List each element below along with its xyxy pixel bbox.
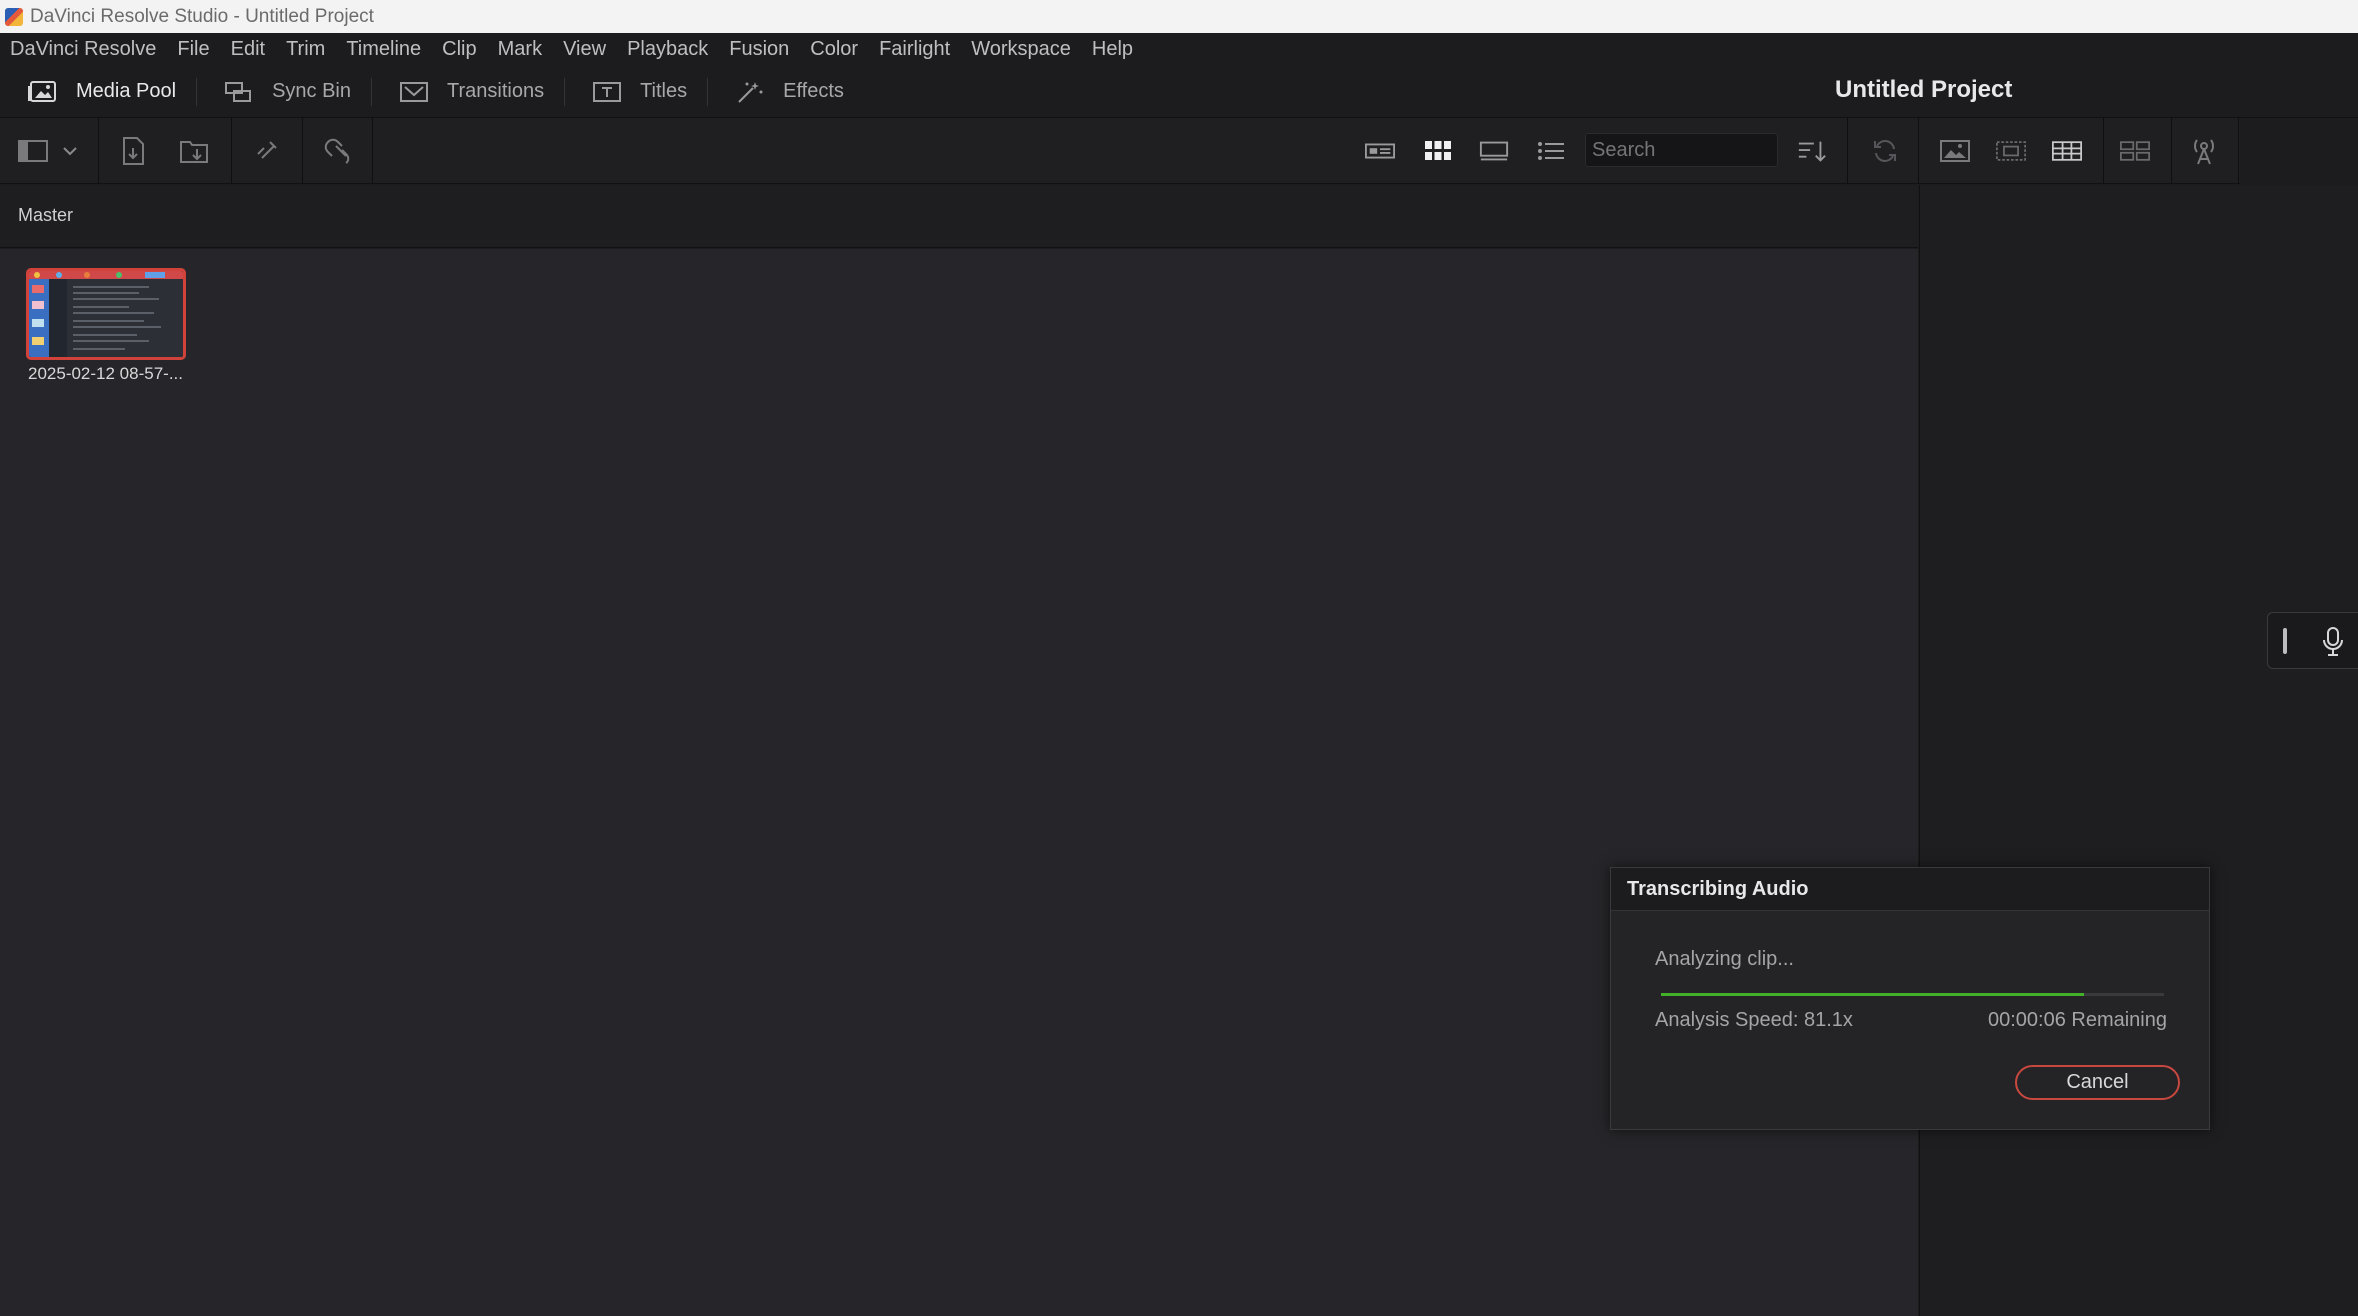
clip-image-icon[interactable] — [1940, 136, 1970, 166]
import-folder-icon[interactable] — [179, 136, 209, 166]
menu-davinci-resolve[interactable]: DaVinci Resolve — [10, 38, 156, 61]
media-pool-label: Media Pool — [76, 80, 177, 102]
menu-trim[interactable]: Trim — [286, 38, 325, 61]
analysis-speed: Analysis Speed: 81.1x — [1655, 1009, 1853, 1031]
import-media-icon[interactable] — [119, 136, 149, 166]
project-title: Untitled Project — [1835, 76, 2013, 103]
sync-bin-icon — [224, 80, 254, 104]
chevron-down-icon[interactable] — [62, 136, 78, 166]
menu-clip[interactable]: Clip — [442, 38, 476, 61]
audio-side-tab[interactable] — [2267, 612, 2358, 669]
media-pool-icon — [28, 80, 58, 104]
sort-icon[interactable] — [1797, 136, 1827, 166]
window-titlebar: DaVinci Resolve Studio - Untitled Projec… — [0, 0, 2358, 33]
dialog-title: Transcribing Audio — [1611, 868, 2209, 911]
metadata-view-icon[interactable] — [1365, 136, 1395, 166]
clip-label[interactable]: 2025-02-12 08-57-... — [28, 364, 183, 384]
refresh-icon[interactable] — [1870, 136, 1900, 166]
effects-icon — [735, 80, 765, 104]
broadcast-icon[interactable] — [2189, 136, 2219, 166]
media-pool-toolbar — [0, 118, 2240, 184]
menu-fusion[interactable]: Fusion — [729, 38, 789, 61]
menu-edit[interactable]: Edit — [231, 38, 265, 61]
menu-mark[interactable]: Mark — [498, 38, 542, 61]
dialog-status: Analyzing clip... — [1655, 948, 1794, 970]
list-view-icon[interactable] — [1536, 136, 1566, 166]
effects-label: Effects — [783, 80, 844, 102]
right-panel — [1919, 185, 2358, 1316]
transitions-icon — [399, 80, 429, 104]
menu-file[interactable]: File — [177, 38, 209, 61]
titles-icon — [592, 80, 622, 104]
transitions-button[interactable]: Transitions — [371, 66, 564, 118]
transcribing-dialog: Transcribing Audio Analyzing clip... Ana… — [1610, 867, 2210, 1130]
cancel-button[interactable]: Cancel — [2015, 1065, 2180, 1100]
sync-bin-label: Sync Bin — [272, 80, 351, 102]
menu-workspace[interactable]: Workspace — [971, 38, 1071, 61]
effects-button[interactable]: Effects — [707, 66, 864, 118]
menu-help[interactable]: Help — [1092, 38, 1133, 61]
menu-fairlight[interactable]: Fairlight — [879, 38, 950, 61]
window-title: DaVinci Resolve Studio - Untitled Projec… — [30, 5, 374, 27]
media-pool-button[interactable]: Media Pool — [0, 66, 196, 118]
menu-timeline[interactable]: Timeline — [346, 38, 421, 61]
media-pool-area[interactable] — [0, 249, 1918, 1316]
microphone-icon — [2323, 627, 2343, 656]
grid-layout-icon[interactable] — [2120, 136, 2150, 166]
progress-bar — [1661, 993, 2164, 996]
progress-fill — [1661, 993, 2084, 996]
timeline-layout-icon[interactable] — [2052, 136, 2082, 166]
search-input[interactable] — [1585, 133, 1778, 167]
bin-header: Master — [0, 185, 1918, 248]
time-remaining: 00:00:06 Remaining — [1987, 1009, 2167, 1031]
sync-bin-button[interactable]: Sync Bin — [196, 66, 371, 118]
bin-list-toggle-icon[interactable] — [18, 136, 48, 166]
clip-frame-icon[interactable] — [1996, 136, 2026, 166]
menu-bar: DaVinci Resolve File Edit Trim Timeline … — [0, 33, 2358, 66]
menu-playback[interactable]: Playback — [627, 38, 708, 61]
relink-icon[interactable] — [252, 136, 282, 166]
unlink-icon[interactable] — [322, 136, 352, 166]
titles-button[interactable]: Titles — [564, 66, 707, 118]
filmstrip-view-icon[interactable] — [1479, 136, 1509, 166]
menu-view[interactable]: View — [563, 38, 606, 61]
davinci-app-icon — [5, 7, 23, 26]
titles-label: Titles — [640, 80, 688, 102]
transitions-label: Transitions — [447, 80, 545, 102]
breadcrumb[interactable]: Master — [18, 205, 73, 226]
clip-thumbnail[interactable] — [26, 268, 186, 360]
thumbnail-view-icon[interactable] — [1423, 136, 1453, 166]
menu-color[interactable]: Color — [810, 38, 858, 61]
